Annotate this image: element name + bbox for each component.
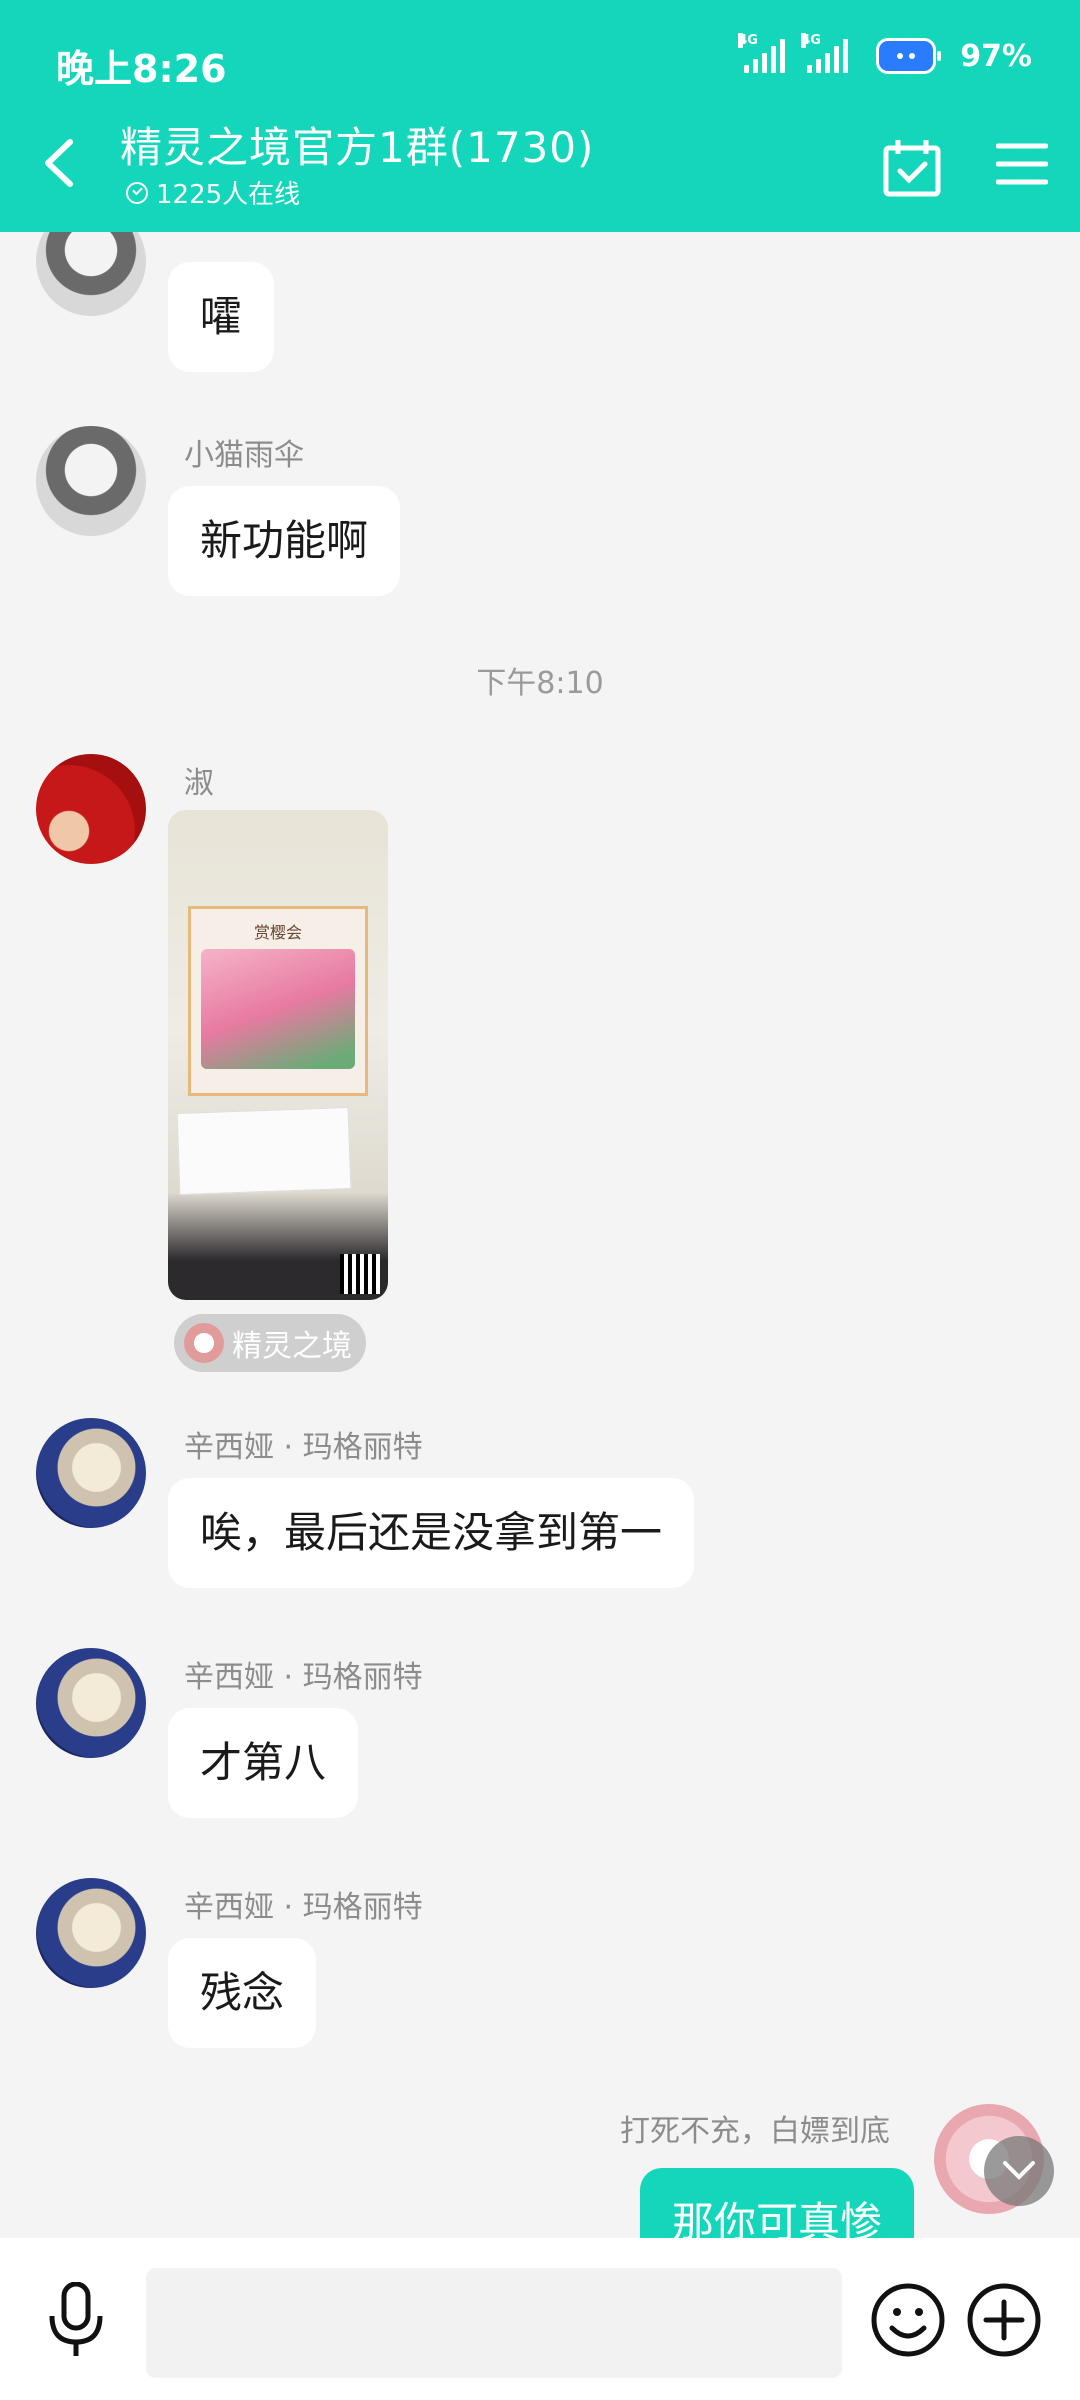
message-input[interactable] xyxy=(146,2268,842,2378)
sender-name: 辛西娅 · 玛格丽特 xyxy=(184,1660,423,1695)
image-message[interactable]: 赏樱会 xyxy=(168,810,388,1300)
sender-name: 打死不充，白嫖到底 xyxy=(620,2114,890,2149)
avatar[interactable] xyxy=(36,232,146,316)
app-source-tag[interactable]: 精灵之境 xyxy=(174,1314,366,1372)
calendar-check-icon[interactable] xyxy=(882,138,942,198)
avatar[interactable] xyxy=(36,754,146,864)
chat-header: 晚上8:26 4G 4G 97% 精灵之境官方1群(1730) 1225人在线 xyxy=(0,0,1080,232)
status-icons: 4G 4G 97% xyxy=(738,33,1032,74)
poster-art xyxy=(201,949,355,1069)
battery-level: 97% xyxy=(960,38,1032,74)
chat-list[interactable]: 嚯 小猫雨伞 新功能啊 下午8:10 淑 赏樱会 精灵之境 辛西娅 · 玛格丽特… xyxy=(0,232,1080,2238)
chevron-down-icon xyxy=(1003,2161,1035,2180)
sender-name: 辛西娅 · 玛格丽特 xyxy=(184,1890,423,1925)
menu-icon[interactable] xyxy=(996,140,1048,188)
status-time: 晚上8:26 xyxy=(56,47,227,91)
sender-name: 辛西娅 · 玛格丽特 xyxy=(184,1430,423,1465)
poster-title: 赏樱会 xyxy=(253,923,302,942)
avatar[interactable] xyxy=(36,1648,146,1758)
note-paper xyxy=(176,1107,352,1195)
scroll-down-button[interactable] xyxy=(984,2136,1054,2206)
timestamp: 下午8:10 xyxy=(476,666,604,701)
message-bubble[interactable]: 残念 xyxy=(168,1938,317,2048)
message-bubble[interactable]: 才第八 xyxy=(168,1708,359,1818)
plus-icon[interactable] xyxy=(966,2282,1042,2358)
online-count: 1225人在线 xyxy=(126,174,300,211)
message-bubble[interactable]: 嚯 xyxy=(168,262,275,372)
message-bubble[interactable]: 唉，最后还是没拿到第一 xyxy=(168,1478,695,1588)
app-avatar-icon xyxy=(184,1323,224,1363)
app-source-label: 精灵之境 xyxy=(232,1329,352,1364)
sender-name: 小猫雨伞 xyxy=(184,438,304,473)
input-bar xyxy=(0,2238,1080,2400)
avatar[interactable] xyxy=(36,1418,146,1528)
sender-name: 淑 xyxy=(184,766,214,801)
emoji-icon[interactable] xyxy=(870,2282,946,2358)
online-count-text: 1225人在线 xyxy=(156,180,301,210)
avatar[interactable] xyxy=(36,426,146,536)
message-bubble[interactable]: 那你可真惨 xyxy=(639,2168,914,2238)
poster: 赏樱会 xyxy=(188,906,368,1096)
group-title: 精灵之境官方1群(1730) xyxy=(120,123,595,172)
microphone-icon[interactable] xyxy=(44,2282,108,2358)
qr-code-icon xyxy=(340,1254,380,1294)
message-bubble[interactable]: 新功能啊 xyxy=(168,486,401,596)
signal-icon: 4G xyxy=(801,33,849,73)
back-arrow-icon[interactable] xyxy=(36,128,86,198)
check-circle-icon xyxy=(126,181,148,204)
battery-icon xyxy=(876,38,942,74)
signal-icon: 4G xyxy=(738,33,786,73)
avatar[interactable] xyxy=(36,1878,146,1988)
